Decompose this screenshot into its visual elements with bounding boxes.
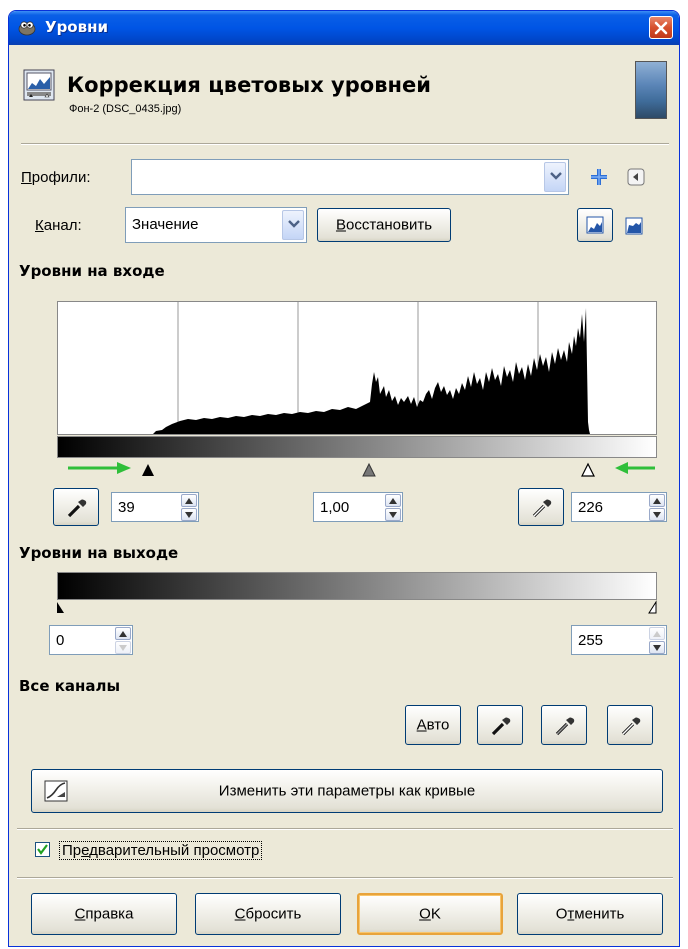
channel-value: Значение <box>132 216 199 233</box>
input-levels-heading: Уровни на входе <box>19 262 165 280</box>
window-title: Уровни <box>45 18 108 36</box>
preview-label[interactable]: Предварительный просмотр <box>59 841 263 860</box>
log-histogram-icon[interactable] <box>625 217 643 235</box>
pick-gray-all-button[interactable] <box>541 705 587 745</box>
pick-white-point-button[interactable] <box>518 488 564 526</box>
channel-combo[interactable]: Значение <box>125 207 307 243</box>
channel-dropdown-button[interactable] <box>282 210 304 240</box>
header-separator <box>21 143 669 145</box>
levels-icon <box>23 69 55 101</box>
output-slider-track[interactable] <box>57 600 657 614</box>
input-high-spin[interactable]: 226 <box>571 492 667 522</box>
histogram-shape <box>153 308 590 434</box>
output-gradient-bar <box>57 572 657 600</box>
profiles-combo[interactable] <box>131 159 569 195</box>
output-high-spin[interactable]: 255 <box>571 625 667 655</box>
add-preset-icon[interactable] <box>589 167 609 187</box>
input-gamma-value: 1,00 <box>320 499 350 516</box>
gamma-handle[interactable] <box>362 462 376 477</box>
pick-black-point-button[interactable] <box>53 488 99 526</box>
edit-as-curves-label: Изменить эти параметры как кривые <box>218 782 476 800</box>
chevron-down-icon <box>550 172 562 180</box>
close-button[interactable] <box>649 16 673 39</box>
auto-button[interactable]: Авто <box>405 705 461 745</box>
black-point-handle[interactable] <box>142 464 154 476</box>
eyedropper-black-icon <box>67 499 87 518</box>
chevron-down-icon <box>288 220 300 228</box>
reset-channel-button[interactable]: Восстановить <box>317 208 451 242</box>
preview-checkbox[interactable] <box>35 842 50 857</box>
output-low-value: 0 <box>56 632 65 649</box>
input-low-value: 39 <box>118 499 135 516</box>
histogram-graph <box>153 302 590 434</box>
eyedropper-gray-icon <box>555 717 575 736</box>
edit-as-curves-button[interactable]: Изменить эти параметры как кривые <box>31 769 663 813</box>
pick-white-all-button[interactable] <box>607 705 653 745</box>
all-channels-heading: Все каналы <box>19 677 121 695</box>
input-high-stepper[interactable] <box>648 493 666 521</box>
close-icon <box>654 21 668 35</box>
cancel-button[interactable]: Отменить <box>517 893 663 935</box>
pick-black-all-button[interactable] <box>477 705 523 745</box>
input-gamma-spin[interactable]: 1,00 <box>313 492 403 522</box>
checkmark-icon <box>37 844 48 855</box>
channel-label: Канал: <box>35 217 82 234</box>
input-low-spin[interactable]: 39 <box>111 492 199 522</box>
output-black-handle[interactable] <box>57 602 64 613</box>
image-thumbnail <box>635 61 667 119</box>
eyedropper-white-icon <box>621 717 641 736</box>
input-gamma-stepper[interactable] <box>384 493 402 521</box>
buttons-separator <box>17 877 673 879</box>
input-slider-handles <box>68 462 655 477</box>
linear-histogram-icon <box>586 216 604 234</box>
input-slider-track[interactable] <box>57 458 657 478</box>
histogram <box>57 301 657 435</box>
eyedropper-white-icon <box>532 499 552 518</box>
profiles-label: Профили: <box>21 169 91 186</box>
image-name: Фон-2 (DSC_0435.jpg) <box>69 103 182 115</box>
preset-menu-icon[interactable] <box>627 168 645 186</box>
input-high-value: 226 <box>578 499 604 516</box>
input-low-stepper[interactable] <box>180 493 198 521</box>
output-low-stepper[interactable] <box>114 626 132 654</box>
input-gradient-bar <box>57 436 657 458</box>
linear-histogram-button[interactable] <box>577 208 613 242</box>
profiles-dropdown-button[interactable] <box>544 162 566 192</box>
help-button[interactable]: Справка <box>31 893 177 935</box>
title-bar[interactable]: Уровни <box>9 11 679 45</box>
output-slider-handles <box>57 600 657 614</box>
output-low-spin[interactable]: 0 <box>49 625 133 655</box>
output-white-handle[interactable] <box>648 600 657 614</box>
dialog-header: Коррекция цветовых уровней Фон-2 (DSC_04… <box>21 53 669 135</box>
output-levels-heading: Уровни на выходе <box>19 544 179 562</box>
eyedropper-black-icon <box>491 717 511 736</box>
ok-button[interactable]: OK <box>357 893 503 935</box>
gimp-icon <box>18 21 36 36</box>
reset-button[interactable]: Сбросить <box>195 893 341 935</box>
white-point-handle[interactable] <box>581 462 595 477</box>
output-high-value: 255 <box>578 632 604 649</box>
output-high-stepper[interactable] <box>648 626 666 654</box>
preview-separator <box>17 828 673 830</box>
levels-dialog: Уровни Коррекция цветовых уровней Фон-2 … <box>8 10 680 947</box>
dialog-heading: Коррекция цветовых уровней <box>67 73 431 97</box>
